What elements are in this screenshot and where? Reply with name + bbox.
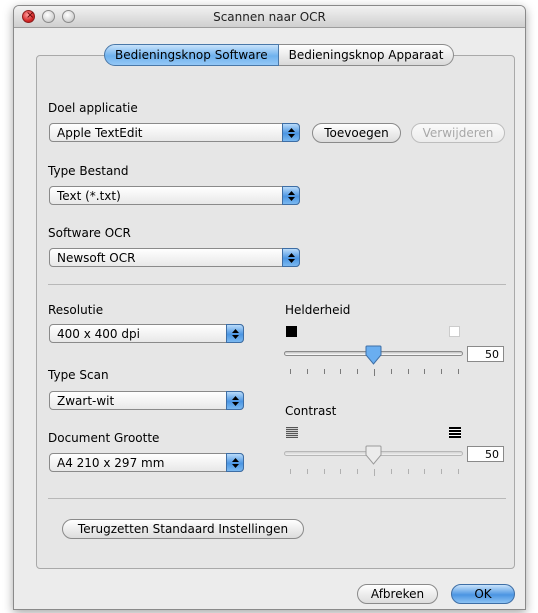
slider-tick xyxy=(458,369,459,374)
window-title: Scannen naar OCR xyxy=(213,10,326,24)
scan-type-label: Type Scan xyxy=(48,368,109,382)
scan-type-select[interactable]: Zwart-wit xyxy=(49,391,244,410)
slider-tick xyxy=(374,369,375,376)
popup-arrows-icon xyxy=(282,186,300,205)
popup-arrows-icon xyxy=(282,248,300,267)
ocr-software-value: Newsoft OCR xyxy=(57,251,136,265)
white-square-icon xyxy=(449,326,460,337)
slider-tick xyxy=(340,369,341,374)
popup-arrows-icon xyxy=(282,123,300,142)
slider-tick xyxy=(391,469,392,474)
file-type-value: Text (*.txt) xyxy=(57,189,121,203)
slider-tick xyxy=(458,469,459,474)
tab-bar: Bedieningsknop Software Bedieningsknop A… xyxy=(104,44,455,66)
scan-type-value: Zwart-wit xyxy=(57,394,115,408)
slider-tick xyxy=(357,369,358,374)
resolution-value: 400 x 400 dpi xyxy=(57,327,140,341)
brightness-ticks xyxy=(290,369,459,376)
slider-tick xyxy=(290,369,291,374)
high-contrast-icon xyxy=(449,427,461,438)
cancel-button[interactable]: Afbreken xyxy=(357,584,438,604)
slider-tick xyxy=(391,369,392,374)
slider-tick xyxy=(307,469,308,474)
contrast-slider-thumb[interactable] xyxy=(365,445,382,465)
slider-tick xyxy=(357,469,358,474)
add-button[interactable]: Toevoegen xyxy=(312,123,401,143)
slider-tick xyxy=(340,469,341,474)
ocr-software-select[interactable]: Newsoft OCR xyxy=(49,248,300,267)
target-app-value: Apple TextEdit xyxy=(57,126,143,140)
slider-tick xyxy=(424,469,425,474)
document-size-value: A4 210 x 297 mm xyxy=(57,456,165,470)
slider-tick xyxy=(307,369,308,374)
file-type-label: Type Bestand xyxy=(48,164,129,178)
resolution-select[interactable]: 400 x 400 dpi xyxy=(49,324,244,343)
contrast-ticks xyxy=(290,469,459,476)
slider-tick xyxy=(324,369,325,374)
tab-device-button[interactable]: Bedieningsknop Apparaat xyxy=(278,44,455,66)
contrast-label: Contrast xyxy=(285,404,337,418)
slider-tick xyxy=(324,469,325,474)
popup-arrows-icon xyxy=(226,324,244,343)
popup-arrows-icon xyxy=(226,453,244,472)
remove-button[interactable]: Verwijderen xyxy=(411,123,505,143)
tab-software-button[interactable]: Bedieningsknop Software xyxy=(104,44,279,66)
title-bar[interactable]: × Scannen naar OCR xyxy=(14,6,525,28)
section-divider xyxy=(48,284,506,285)
slider-tick xyxy=(408,469,409,474)
section-divider xyxy=(48,498,506,499)
slider-tick xyxy=(424,369,425,374)
document-size-label: Document Grootte xyxy=(48,431,160,445)
target-app-select[interactable]: Apple TextEdit xyxy=(49,123,300,142)
dialog-window: × Scannen naar OCR Bedieningsknop Softwa… xyxy=(13,5,526,610)
slider-tick xyxy=(441,369,442,374)
file-type-select[interactable]: Text (*.txt) xyxy=(49,186,300,205)
slider-tick xyxy=(374,469,375,476)
black-square-icon xyxy=(286,326,297,337)
slider-tick xyxy=(441,469,442,474)
reset-defaults-button[interactable]: Terugzetten Standaard Instellingen xyxy=(62,519,304,539)
target-app-label: Doel applicatie xyxy=(48,101,138,115)
resolution-label: Resolutie xyxy=(48,303,104,317)
low-contrast-icon xyxy=(286,427,298,438)
ocr-software-label: Software OCR xyxy=(48,226,131,240)
contrast-value[interactable]: 50 xyxy=(467,446,504,462)
brightness-label: Helderheid xyxy=(285,303,351,317)
brightness-slider-thumb[interactable] xyxy=(365,345,382,365)
brightness-value[interactable]: 50 xyxy=(467,346,504,362)
ok-button[interactable]: OK xyxy=(451,584,515,604)
slider-tick xyxy=(290,469,291,474)
document-size-select[interactable]: A4 210 x 297 mm xyxy=(49,453,244,472)
popup-arrows-icon xyxy=(226,391,244,410)
slider-tick xyxy=(408,369,409,374)
